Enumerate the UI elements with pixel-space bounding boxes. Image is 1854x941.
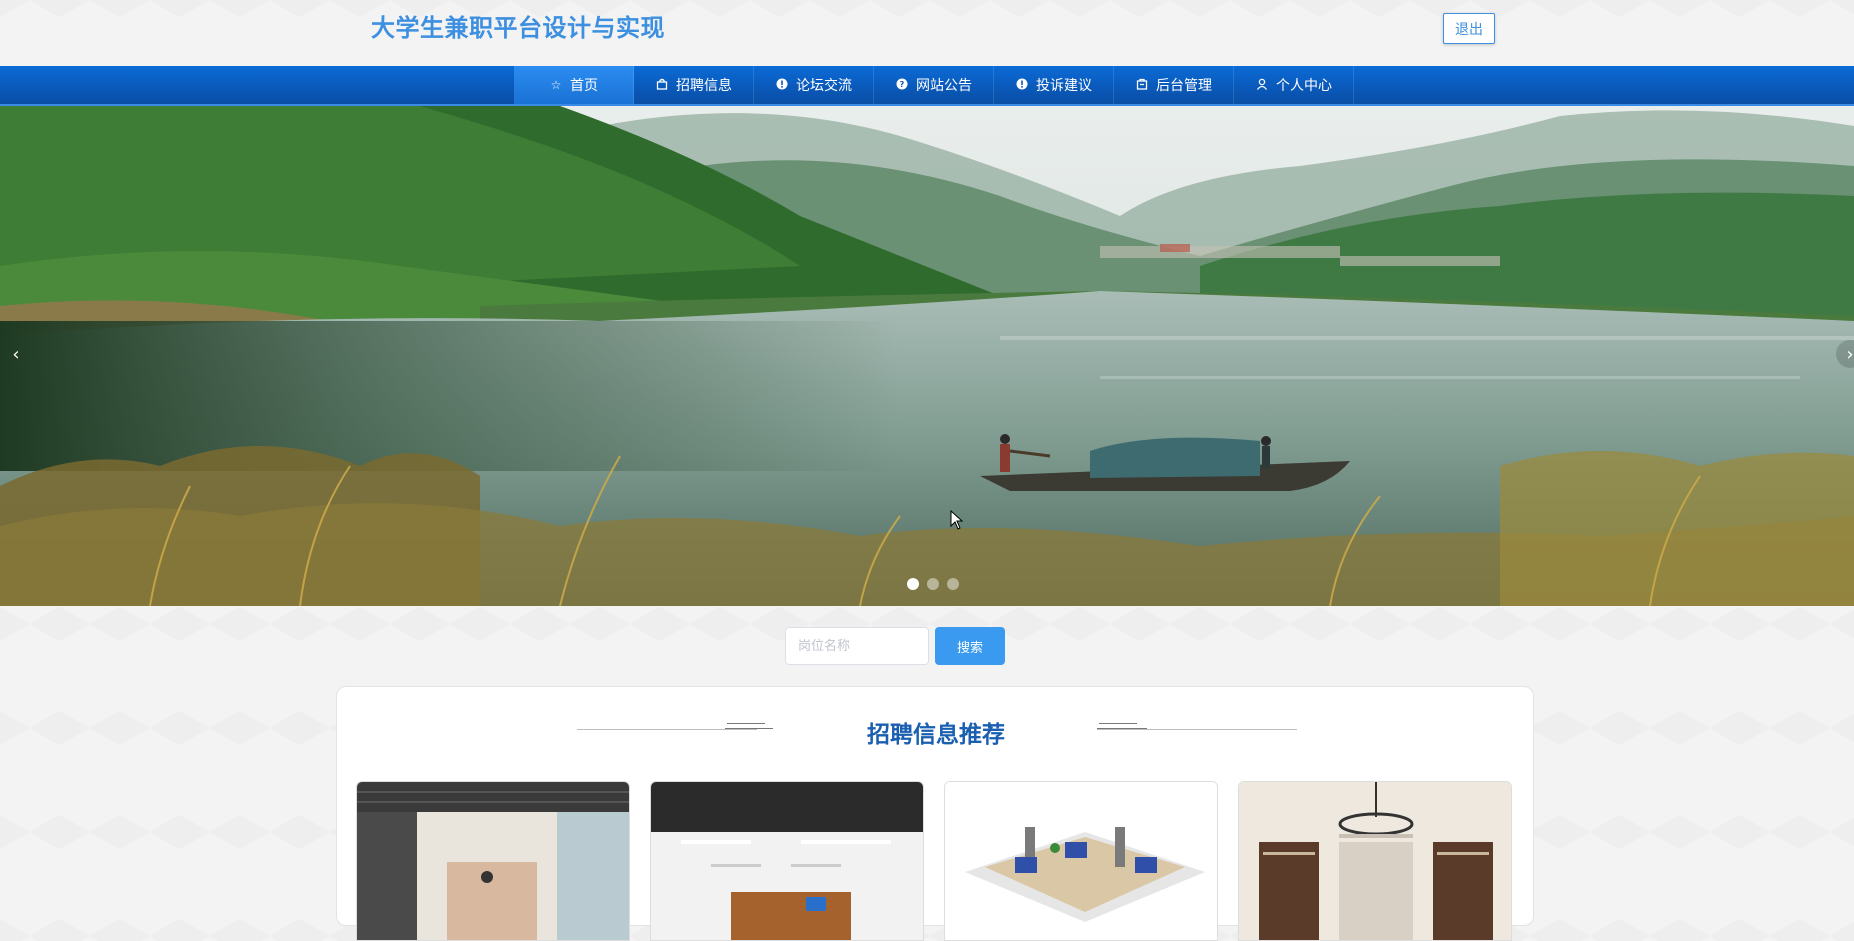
job-card-image — [357, 782, 629, 940]
section-title: 招聘信息推荐 — [867, 722, 1005, 748]
recommend-panel: 招聘信息推荐 — [336, 686, 1534, 941]
job-card-image — [945, 782, 1217, 940]
nav-item-profile[interactable]: 个人中心 — [1234, 66, 1354, 104]
job-card-image — [1239, 782, 1511, 940]
title-divider-right — [1097, 729, 1297, 730]
title-divider-right-accent — [1099, 723, 1137, 724]
nav-item-admin[interactable]: 后台管理 — [1114, 66, 1234, 104]
job-card[interactable] — [356, 781, 630, 941]
carousel-dot[interactable] — [907, 578, 919, 590]
bag-icon — [655, 78, 669, 93]
banner-image — [0, 106, 1854, 606]
job-card[interactable] — [944, 781, 1218, 941]
nav-item-label: 首页 — [570, 78, 598, 94]
nav-item-label: 论坛交流 — [796, 78, 852, 94]
nav-item-home[interactable]: ☆ 首页 — [514, 66, 634, 104]
nav-item-label: 网站公告 — [916, 78, 972, 94]
carousel-dot[interactable] — [947, 578, 959, 590]
mouse-cursor-icon — [950, 510, 964, 530]
nav-item-label: 招聘信息 — [676, 78, 732, 94]
carousel-indicators — [907, 578, 959, 590]
nav-item-label: 投诉建议 — [1036, 78, 1092, 94]
svg-text:?: ? — [900, 80, 905, 89]
job-card[interactable] — [1238, 781, 1512, 941]
user-icon — [1255, 78, 1269, 93]
logout-button[interactable]: 退出 — [1443, 13, 1495, 44]
search-input[interactable] — [785, 627, 929, 665]
star-icon: ☆ — [550, 78, 562, 92]
question-icon: ? — [895, 78, 909, 93]
nav-item-forum[interactable]: 论坛交流 — [754, 66, 874, 104]
info-icon — [775, 78, 789, 93]
main-nav: ☆ 首页 招聘信息 论坛交流 ? 网站公告 投诉建议 后台管理 个人中心 — [0, 66, 1854, 106]
job-card[interactable] — [650, 781, 924, 941]
nav-item-complaints[interactable]: 投诉建议 — [994, 66, 1114, 104]
banner-carousel: ‹ › — [0, 106, 1854, 606]
header: 大学生兼职平台设计与实现 退出 — [0, 0, 1854, 66]
search-button[interactable]: 搜索 — [935, 627, 1005, 665]
nav-item-announcements[interactable]: ? 网站公告 — [874, 66, 994, 104]
nav-item-label: 后台管理 — [1156, 78, 1212, 94]
info-icon — [1015, 78, 1029, 93]
carousel-prev-arrow[interactable]: ‹ — [2, 340, 30, 368]
nav-item-jobs[interactable]: 招聘信息 — [634, 66, 754, 104]
box-icon — [1135, 78, 1149, 93]
title-divider-right-accent — [1097, 728, 1147, 729]
site-title: 大学生兼职平台设计与实现 — [371, 14, 665, 42]
carousel-dot[interactable] — [927, 578, 939, 590]
job-card-image — [651, 782, 923, 940]
nav-item-label: 个人中心 — [1276, 78, 1332, 94]
